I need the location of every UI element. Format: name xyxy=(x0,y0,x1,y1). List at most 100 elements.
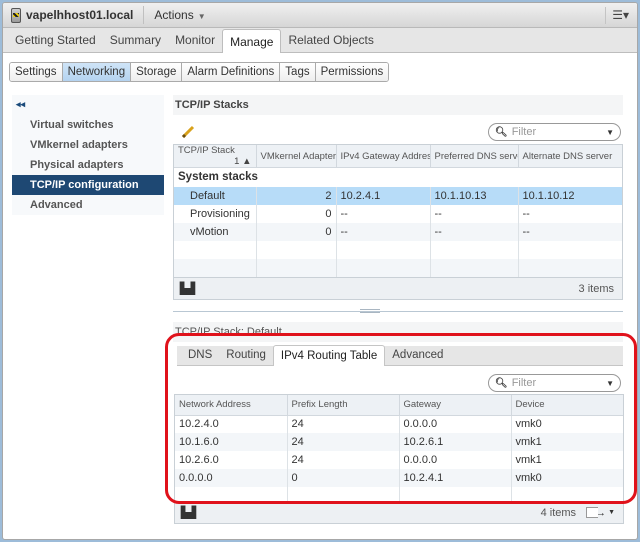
nav-tcpip-configuration[interactable]: TCP/IP configuration xyxy=(12,175,164,195)
routes-filter-input[interactable]: 🔍︎ Filter ▼ xyxy=(488,374,621,392)
nav-advanced[interactable]: Advanced xyxy=(12,195,164,215)
col-header-device[interactable]: Device xyxy=(511,395,623,416)
cell-gateway: 10.2.4.1 xyxy=(399,469,512,487)
stacks-grid: TCP/IP Stack 1 ▲ VMkernel Adapters IPv4 G… xyxy=(174,145,622,277)
nav-physical-adapters[interactable]: Physical adapters xyxy=(12,155,164,175)
group-row: System stacks xyxy=(174,168,622,187)
detail-tabs: DNS Routing IPv4 Routing Table Advanced xyxy=(177,345,623,366)
actions-label: Actions xyxy=(154,8,194,22)
table-row[interactable]: 10.2.4.0 24 0.0.0.0 vmk0 xyxy=(175,415,623,433)
tab-monitor[interactable]: Monitor xyxy=(168,30,222,52)
col-header-network-address[interactable]: Network Address xyxy=(175,395,288,416)
host-name: vapelhhost01.local xyxy=(26,8,134,22)
routing-grid: Network Address Prefix Length Gateway De… xyxy=(175,395,623,505)
subtab-networking[interactable]: Networking xyxy=(62,63,132,81)
cell-alternate-dns: -- xyxy=(522,207,530,220)
chevron-down-icon[interactable]: ▼ xyxy=(606,379,614,388)
chevron-down-icon[interactable]: ▼ xyxy=(606,128,614,137)
search-icon: 🔍︎ xyxy=(495,377,508,389)
title-separator xyxy=(143,6,145,24)
tab-routing[interactable]: Routing xyxy=(219,346,273,365)
tab-getting-started[interactable]: Getting Started xyxy=(8,30,103,52)
cell-gateway: 0.0.0.0 xyxy=(399,451,512,469)
nav-virtual-switches[interactable]: Virtual switches xyxy=(12,115,164,135)
actions-menu-button[interactable]: Actions ▼ xyxy=(154,8,205,22)
chevron-down-icon: ▼ xyxy=(608,509,615,516)
export-button[interactable]: → ▼ xyxy=(586,507,615,519)
cell-adapters: 0 xyxy=(256,222,337,241)
filter-placeholder: Filter xyxy=(511,377,537,389)
collapse-nav-icon[interactable]: ◂◂ xyxy=(16,99,25,110)
table-row[interactable]: 10.1.6.0 24 10.2.6.1 vmk1 xyxy=(175,433,623,451)
cell-gateway: 10.2.6.1 xyxy=(399,433,512,451)
table-row[interactable]: 10.2.6.0 24 0.0.0.0 vmk1 xyxy=(175,451,623,469)
subtab-storage[interactable]: Storage xyxy=(131,63,183,81)
chevron-down-icon: ▼ xyxy=(197,12,206,21)
cell-gateway: 0.0.0.0 xyxy=(399,415,512,433)
cell-device: vmk0 xyxy=(515,418,542,431)
cell-stack: Default xyxy=(174,186,257,205)
cell-network: 10.1.6.0 xyxy=(175,433,288,451)
table-row[interactable]: Default 2 10.2.4.1 10.1.10.13 10.1.10.12 xyxy=(174,186,622,205)
cell-alternate-dns: -- xyxy=(518,222,622,241)
subtab-permissions[interactable]: Permissions xyxy=(315,63,389,81)
binoculars-icon[interactable]: ▙▟ xyxy=(181,506,196,519)
cell-gateway: -- xyxy=(336,204,431,223)
col-header-alternate-dns[interactable]: Alternate DNS server xyxy=(518,145,622,168)
title-bar: vapelhhost01.local Actions ▼ ☰▾ xyxy=(3,3,637,28)
empty-row xyxy=(174,240,622,259)
nav-vmkernel-adapters[interactable]: VMkernel adapters xyxy=(12,135,164,155)
col-header-ipv4-gateway[interactable]: IPv4 Gateway Address xyxy=(336,145,431,168)
cell-prefix: 0 xyxy=(287,469,400,487)
subtab-tags[interactable]: Tags xyxy=(280,63,316,81)
sub-tabs: Settings Networking Storage Alarm Defini… xyxy=(9,62,390,82)
export-icon xyxy=(586,507,599,518)
binoculars-icon[interactable]: ▙▟ xyxy=(180,282,195,295)
col-header-vmkernel-adapters[interactable]: VMkernel Adapters xyxy=(256,145,337,168)
tab-summary[interactable]: Summary xyxy=(103,30,168,52)
cell-preferred-dns: -- xyxy=(430,204,519,223)
stacks-filter-input[interactable]: 🔍︎ Filter ▼ xyxy=(488,123,621,141)
cell-stack: vMotion xyxy=(174,222,257,241)
table-row[interactable]: Provisioning 0 -- -- -- xyxy=(174,204,622,223)
tab-dns[interactable]: DNS xyxy=(181,346,219,365)
cell-adapters: 2 xyxy=(256,186,337,205)
cell-network: 10.2.4.0 xyxy=(175,415,288,433)
cell-adapters: 0 xyxy=(256,204,337,223)
cell-preferred-dns: 10.1.10.13 xyxy=(430,186,519,205)
filter-placeholder: Filter xyxy=(511,126,537,138)
stacks-footer: ▙▟ 3 items xyxy=(173,278,623,300)
tcpip-stack-detail-title: TCP/IP Stack: Default xyxy=(173,322,623,342)
cell-device: vmk1 xyxy=(515,454,542,466)
panel-splitter[interactable] xyxy=(173,311,623,312)
table-row[interactable]: vMotion 0 -- -- -- xyxy=(174,222,622,241)
tab-ipv4-routing-table[interactable]: IPv4 Routing Table xyxy=(272,345,386,366)
tcpip-stacks-title: TCP/IP Stacks xyxy=(173,95,623,115)
table-row[interactable]: 0.0.0.0 0 10.2.4.1 vmk0 xyxy=(175,469,623,487)
col-header-tcpip-stack[interactable]: TCP/IP Stack 1 ▲ xyxy=(174,145,257,168)
tab-manage[interactable]: Manage xyxy=(222,29,282,53)
stacks-item-count: 3 items xyxy=(578,282,614,295)
main-tabs: Getting Started Summary Monitor Manage R… xyxy=(3,28,637,53)
col-header-preferred-dns[interactable]: Preferred DNS server xyxy=(430,145,519,168)
cell-prefix: 24 xyxy=(287,451,400,469)
tab-related-objects[interactable]: Related Objects xyxy=(281,30,380,52)
stacks-table: TCP/IP Stack 1 ▲ VMkernel Adapters IPv4 G… xyxy=(173,144,623,278)
cell-preferred-dns: -- xyxy=(430,222,519,241)
tab-advanced[interactable]: Advanced xyxy=(385,346,450,365)
col-header-prefix-length[interactable]: Prefix Length xyxy=(287,395,400,416)
cell-stack: Provisioning xyxy=(174,204,257,223)
subtab-alarm-definitions[interactable]: Alarm Definitions xyxy=(182,63,281,81)
subtab-settings[interactable]: Settings xyxy=(10,63,63,81)
routes-footer: ▙▟ 4 items → ▼ xyxy=(174,502,624,524)
cell-alternate-dns: 10.1.10.12 xyxy=(518,186,622,205)
edit-pencil-icon[interactable] xyxy=(181,125,195,139)
networking-nav: ◂◂ Virtual switches VMkernel adapters Ph… xyxy=(12,95,164,215)
col-header-gateway[interactable]: Gateway xyxy=(399,395,512,416)
cell-gateway: 10.2.4.1 xyxy=(336,186,431,205)
group-label-system-stacks: System stacks xyxy=(178,171,258,184)
splitter-grip-icon[interactable] xyxy=(360,309,380,313)
cell-gateway: -- xyxy=(336,222,431,241)
list-menu-icon[interactable]: ☰▾ xyxy=(605,7,629,24)
empty-row xyxy=(174,258,622,277)
